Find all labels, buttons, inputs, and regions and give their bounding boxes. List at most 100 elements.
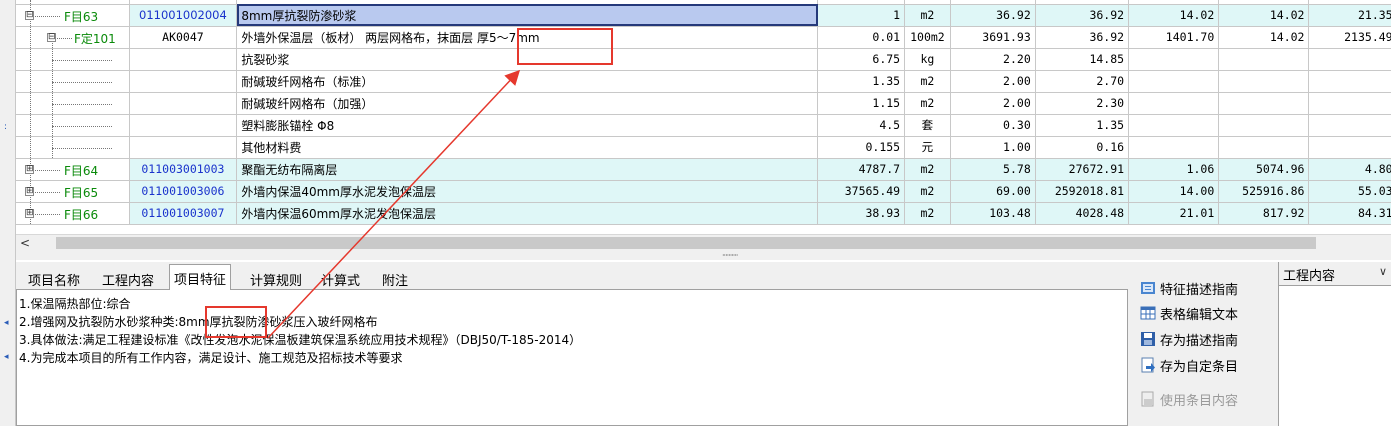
use-item-content-button[interactable]: 使用条目内容 [1140, 388, 1238, 410]
unit-price-cell[interactable]: 103.48 [950, 202, 1036, 225]
tab-formula[interactable]: 计算式 [317, 266, 364, 290]
item-name-cell[interactable]: 塑料膨胀锚栓 Φ8 [236, 114, 819, 137]
item-code-cell[interactable] [129, 70, 238, 93]
quantity-cell[interactable]: 0.155 [817, 136, 906, 159]
item-code-cell[interactable]: 011001002004 [129, 4, 238, 27]
unit-cell[interactable]: m2 [904, 202, 951, 225]
save-as-custom-item-button[interactable]: 存为自定条目 [1140, 354, 1238, 376]
splitter-grip-icon[interactable]: ·········· [722, 251, 738, 260]
material-price-cell[interactable]: 2135.49 [1308, 26, 1391, 49]
labor-price-cell[interactable] [1128, 70, 1220, 93]
item-code-cell[interactable]: 011001003007 [129, 202, 238, 225]
unit-cell[interactable]: kg [904, 48, 951, 71]
quantity-cell[interactable]: 6.75 [817, 48, 906, 71]
table-row[interactable]: 塑料膨胀锚栓 Φ8 4.5 套 0.30 1.35 [16, 114, 1391, 137]
item-code-cell[interactable]: 011003001003 [129, 158, 238, 181]
labor-total-cell[interactable]: 14.02 [1218, 4, 1310, 27]
unit-cell[interactable]: m2 [904, 70, 951, 93]
material-price-cell[interactable]: 21.35 [1308, 4, 1391, 27]
quantity-cell[interactable]: 4.5 [817, 114, 906, 137]
total-price-cell[interactable]: 2.30 [1035, 92, 1130, 115]
unit-price-cell[interactable]: 2.20 [950, 48, 1036, 71]
tree-cell[interactable]: ⊞ F目65 [16, 180, 130, 203]
item-code-cell[interactable] [129, 114, 238, 137]
unit-price-cell[interactable]: 1.00 [950, 136, 1036, 159]
tree-cell[interactable] [16, 92, 130, 115]
labor-total-cell[interactable]: 525916.86 [1218, 180, 1310, 203]
tree-cell[interactable]: ⊟ F定101 [16, 26, 130, 49]
labor-total-cell[interactable] [1218, 70, 1310, 93]
table-row[interactable]: ⊞ F目65 011001003006 外墙内保温40mm厚水泥发泡保温层 37565.… [16, 180, 1391, 203]
unit-cell[interactable]: 套 [904, 114, 951, 137]
feature-guide-button[interactable]: 特征描述指南 [1140, 277, 1238, 299]
total-price-cell[interactable]: 14.85 [1035, 48, 1130, 71]
labor-total-cell[interactable]: 5074.96 [1218, 158, 1310, 181]
total-price-cell[interactable]: 4028.48 [1035, 202, 1130, 225]
labor-total-cell[interactable] [1218, 136, 1310, 159]
labor-price-cell[interactable]: 14.02 [1128, 4, 1220, 27]
table-row[interactable]: 抗裂砂浆 6.75 kg 2.20 14.85 [16, 48, 1391, 71]
unit-price-cell[interactable]: 2.00 [950, 70, 1036, 93]
labor-total-cell[interactable]: 817.92 [1218, 202, 1310, 225]
unit-price-cell[interactable]: 5.78 [950, 158, 1036, 181]
item-name-cell[interactable]: 聚酯无纺布隔离层 [236, 158, 819, 181]
expand-toggle-icon[interactable]: ⊟ [47, 32, 56, 42]
tree-cell[interactable]: ⊟ F目63 [16, 4, 130, 27]
labor-price-cell[interactable]: 1401.70 [1128, 26, 1220, 49]
table-row[interactable]: ⊟ F目63 011001002004 8mm厚抗裂防渗砂浆 1 m2 36.92 36.92… [16, 4, 1391, 27]
quantity-cell[interactable]: 1.15 [817, 92, 906, 115]
item-code-cell[interactable] [129, 92, 238, 115]
item-name-cell[interactable]: 外墙内保温60mm厚水泥发泡保温层 [236, 202, 819, 225]
table-row[interactable]: 其他材料费 0.155 元 1.00 0.16 [16, 136, 1391, 159]
labor-total-cell[interactable] [1218, 92, 1310, 115]
labor-price-cell[interactable]: 1.06 [1128, 158, 1220, 181]
item-code-cell[interactable]: 011001003006 [129, 180, 238, 203]
labor-price-cell[interactable] [1128, 136, 1220, 159]
unit-price-cell[interactable]: 2.00 [950, 92, 1036, 115]
item-name-cell[interactable]: 耐碱玻纤网格布（加强） [236, 92, 819, 115]
tab-calc-rules[interactable]: 计算规则 [246, 266, 306, 290]
unit-cell[interactable]: m2 [904, 158, 951, 181]
item-name-cell[interactable]: 外墙内保温40mm厚水泥发泡保温层 [236, 180, 819, 203]
quantity-cell[interactable]: 37565.49 [817, 180, 906, 203]
quantity-cell[interactable]: 1 [817, 4, 906, 27]
expand-toggle-icon[interactable]: ⊞ [25, 186, 34, 196]
total-price-cell[interactable]: 0.16 [1035, 136, 1130, 159]
item-name-cell[interactable]: 其他材料费 [236, 136, 819, 159]
tab-work-content[interactable]: 工程内容 [98, 266, 158, 290]
feature-description-editor[interactable]: 1.保温隔热部位:综合 2.增强网及抗裂防水砂浆种类:8mm厚抗裂防渗砂浆压入玻… [16, 290, 1128, 426]
tree-cell[interactable] [16, 114, 130, 137]
tree-cell[interactable] [16, 70, 130, 93]
save-as-guide-button[interactable]: 存为描述指南 [1140, 328, 1238, 350]
total-price-cell[interactable]: 36.92 [1035, 26, 1130, 49]
unit-price-cell[interactable]: 69.00 [950, 180, 1036, 203]
unit-price-cell[interactable]: 36.92 [950, 4, 1036, 27]
panel-splitter[interactable]: ·········· [16, 251, 1391, 260]
unit-price-cell[interactable]: 3691.93 [950, 26, 1036, 49]
quantity-cell[interactable]: 1.35 [817, 70, 906, 93]
quantity-cell[interactable]: 4787.7 [817, 158, 906, 181]
labor-total-cell[interactable] [1218, 114, 1310, 137]
chevron-down-icon[interactable]: ∨ [1379, 265, 1387, 278]
material-price-cell[interactable] [1308, 70, 1391, 93]
unit-cell[interactable]: 100m2 [904, 26, 951, 49]
item-name-cell[interactable]: 耐碱玻纤网格布（标准） [236, 70, 819, 93]
item-name-cell[interactable]: 8mm厚抗裂防渗砂浆 [236, 4, 819, 27]
tree-cell[interactable]: ⊞ F目64 [16, 158, 130, 181]
labor-price-cell[interactable]: 14.00 [1128, 180, 1220, 203]
tree-cell[interactable] [16, 48, 130, 71]
labor-price-cell[interactable] [1128, 92, 1220, 115]
quantity-cell[interactable]: 38.93 [817, 202, 906, 225]
table-row[interactable]: ⊟ F定101 AK0047 外墙外保温层（板材） 两层网格布，抹面层 厚5～7mm 0… [16, 26, 1391, 49]
material-price-cell[interactable]: 55.03 [1308, 180, 1391, 203]
gutter-collapse-icon[interactable]: ◂ [4, 352, 9, 362]
material-price-cell[interactable] [1308, 136, 1391, 159]
quantity-cell[interactable]: 0.01 [817, 26, 906, 49]
item-code-cell[interactable] [129, 48, 238, 71]
labor-price-cell[interactable] [1128, 114, 1220, 137]
material-price-cell[interactable]: 4.80 [1308, 158, 1391, 181]
table-row[interactable]: 耐碱玻纤网格布（标准） 1.35 m2 2.00 2.70 [16, 70, 1391, 93]
tab-notes[interactable]: 附注 [378, 266, 412, 290]
table-row[interactable]: ⊞ F目64 011003001003 聚酯无纺布隔离层 4787.7 m2 5.78 276… [16, 158, 1391, 181]
labor-price-cell[interactable]: 21.01 [1128, 202, 1220, 225]
